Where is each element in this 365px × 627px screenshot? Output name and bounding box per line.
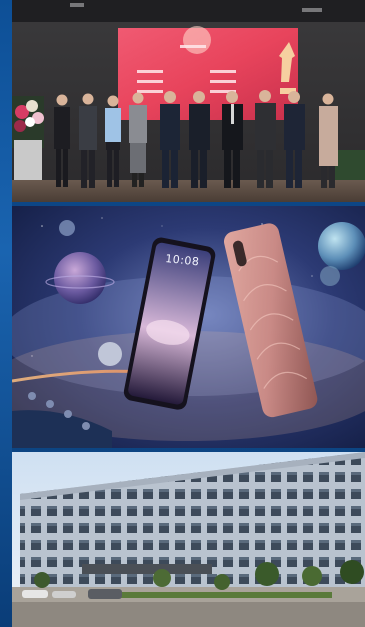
planet-left [54, 252, 106, 304]
space-background [12, 206, 365, 448]
left-edge-strip [0, 0, 12, 627]
small-sphere [98, 342, 122, 366]
smartphone-product-render: 10:08 [12, 206, 365, 448]
office-building-exterior [12, 452, 365, 627]
photo-collage-page: 10:08 [0, 0, 365, 627]
planet-right [318, 222, 365, 270]
ceremony-scene [12, 0, 365, 202]
ceremony-group-photo [12, 0, 365, 202]
building-scene [12, 452, 365, 627]
